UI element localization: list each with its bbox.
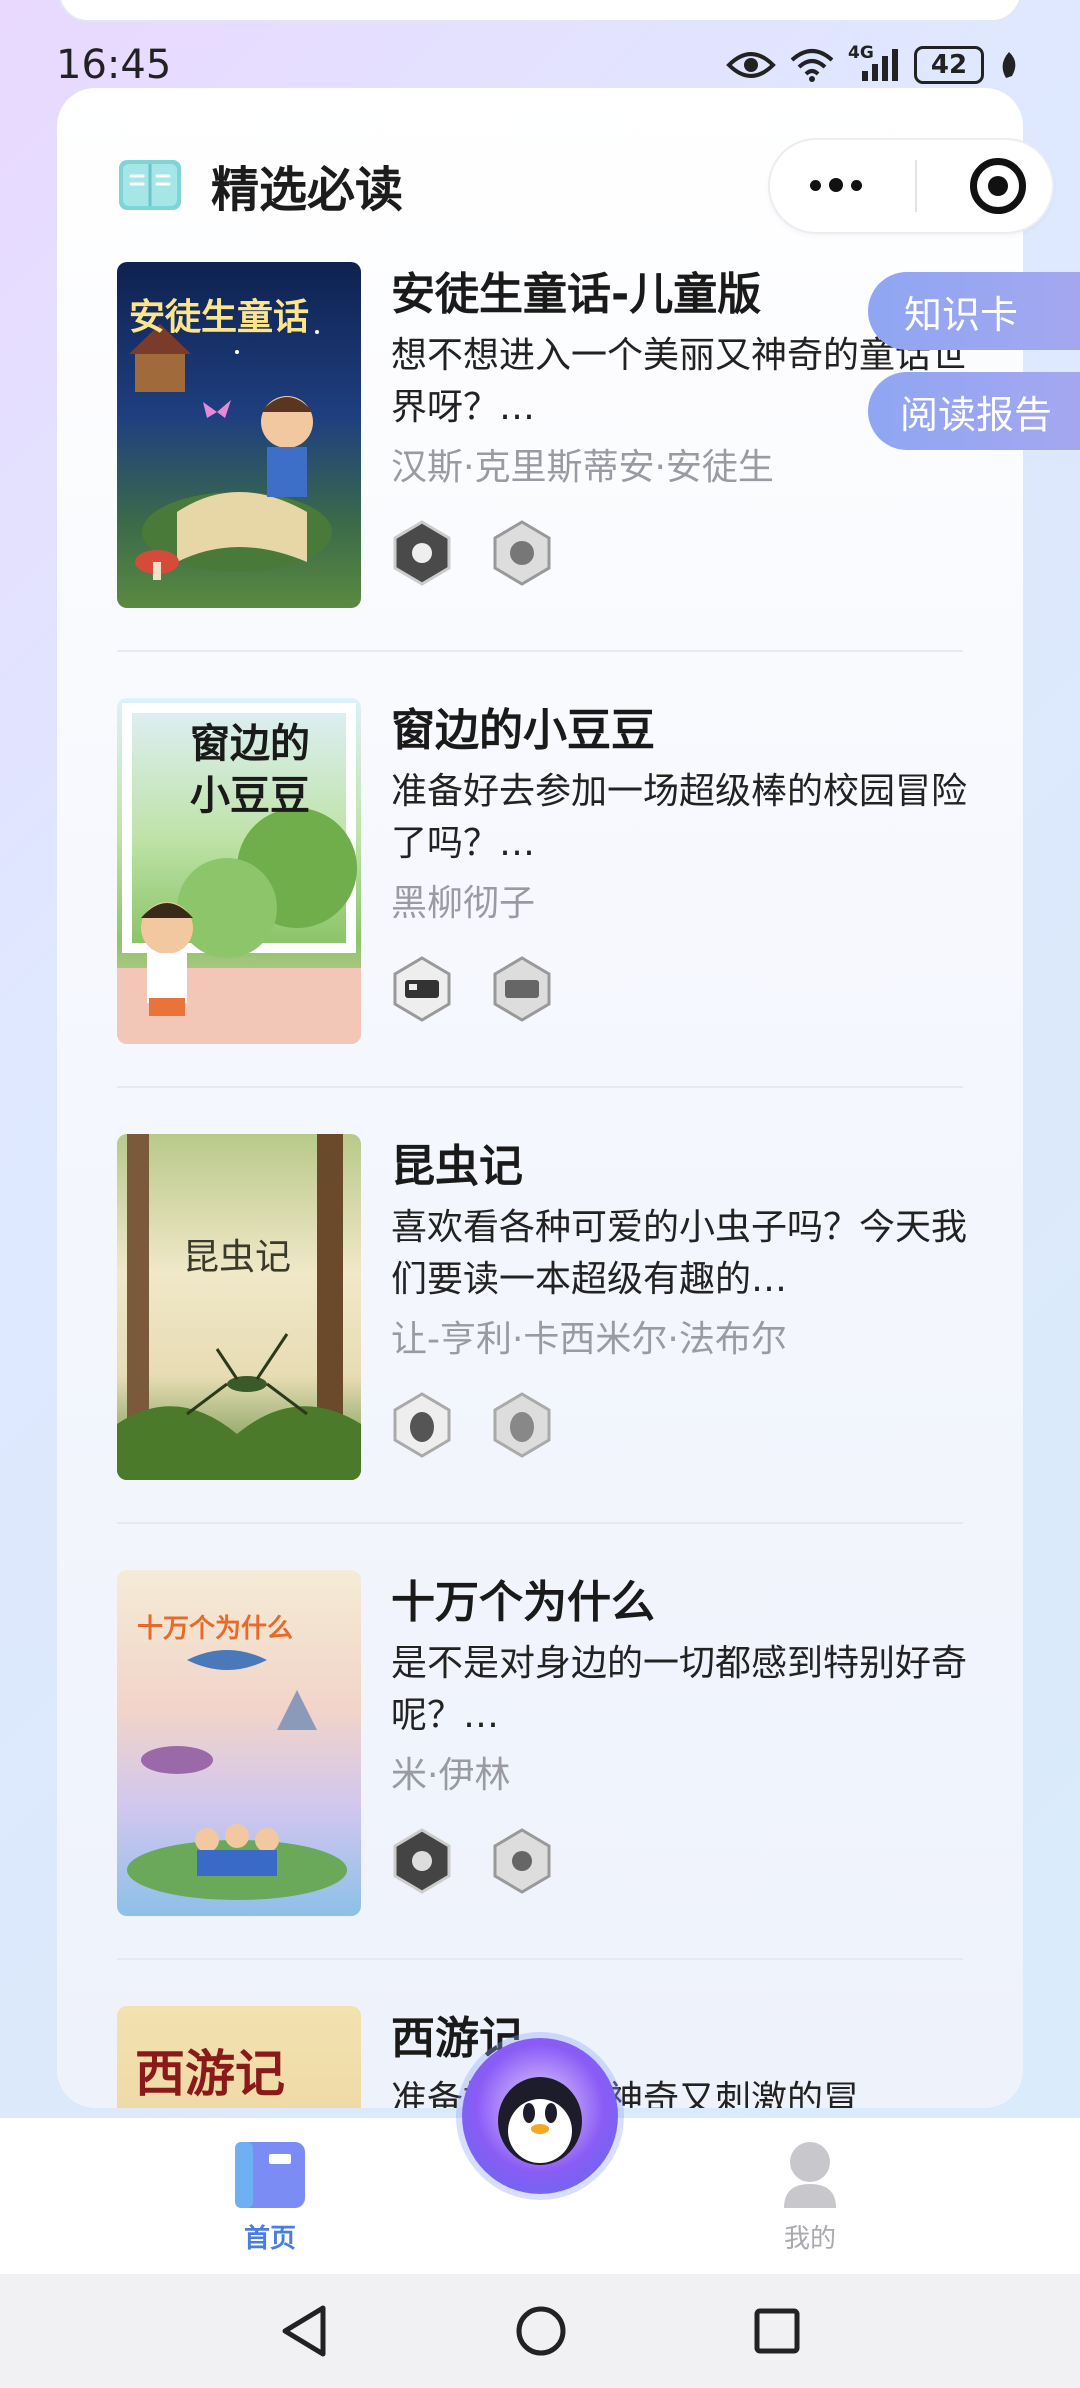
badge-row (391, 1828, 971, 1894)
cover-title: 安徒生童话 (129, 296, 310, 338)
penguin-icon (498, 2077, 582, 2165)
book-info: 昆虫记 喜欢看各种可爱的小虫子吗？今天我们要读一本超级有趣的… 让-亨利·卡西米… (391, 1136, 971, 1458)
badge-row (391, 520, 971, 586)
eye-icon (726, 52, 776, 78)
reading-report-tab[interactable]: 阅读报告 (868, 372, 1080, 450)
nav-home[interactable]: 首页 (210, 2140, 330, 2255)
badge-row (391, 956, 971, 1022)
divider (117, 1086, 963, 1088)
reading-report-label: 阅读报告 (900, 392, 1053, 437)
home-circle-icon[interactable] (515, 2305, 567, 2357)
divider (117, 650, 963, 652)
cover-title: 窗边的小豆豆 (190, 720, 310, 819)
battery-icon: 42 (914, 46, 984, 84)
book-title: 窗边的小豆豆 (391, 705, 655, 756)
status-bar: 16:45 4G 42 (0, 0, 1080, 100)
train-badge-icon[interactable] (391, 956, 453, 1022)
open-book-icon (117, 158, 183, 212)
book-cover[interactable]: 西游记 (117, 2006, 361, 2108)
badge-row (391, 1392, 971, 1458)
knowledge-card-tab[interactable]: 知识卡 (868, 272, 1080, 350)
section-title: 精选必读 (211, 162, 404, 218)
train-badge-icon[interactable] (491, 956, 553, 1022)
book-cover[interactable]: 十万个为什么 (117, 1570, 361, 1916)
nav-home-label: 首页 (243, 2224, 296, 2254)
book-item[interactable]: 昆虫记 昆虫记 喜欢看各种可爱的小虫子吗？今天我们要读一本超级有趣的… 让-亨利… (117, 1134, 967, 1484)
penguin-mascot-button[interactable] (462, 2038, 618, 2194)
battery-level: 42 (930, 50, 968, 80)
book-description: 喜欢看各种可爱的小虫子吗？今天我们要读一本超级有趣的… (391, 1207, 968, 1300)
nav-mine-label: 我的 (783, 2224, 836, 2254)
book-cover[interactable]: 安徒生童话 (117, 262, 361, 608)
recents-square-icon[interactable] (753, 2307, 801, 2355)
book-item[interactable]: 窗边的小豆豆 窗边的小豆豆 准备好去参加一场超级棒的校园冒险了吗？… 黑柳彻子 (117, 698, 967, 1048)
status-time: 16:45 (56, 42, 172, 88)
cover-title: 十万个为什么 (137, 1614, 294, 1644)
nav-mine[interactable]: 我的 (750, 2140, 870, 2255)
user-avatar-icon (784, 2142, 836, 2208)
book-cover[interactable]: 窗边的小豆豆 (117, 698, 361, 1044)
book-description: 准备好去参加一场超级棒的校园冒险了吗？… (391, 771, 968, 864)
medal-badge-icon[interactable] (491, 520, 553, 586)
book-author: 米·伊林 (391, 1755, 511, 1796)
bug-badge-icon[interactable] (491, 1392, 553, 1458)
book-info: 窗边的小豆豆 准备好去参加一场超级棒的校园冒险了吗？… 黑柳彻子 (391, 700, 971, 1022)
medal-badge-icon[interactable] (391, 520, 453, 586)
capsule-divider (915, 160, 917, 212)
book-cover[interactable]: 昆虫记 (117, 1134, 361, 1480)
divider (117, 1958, 963, 1960)
bug-badge-icon[interactable] (391, 1392, 453, 1458)
lamp-badge-icon[interactable] (391, 1828, 453, 1894)
more-dots-icon[interactable] (810, 178, 862, 192)
book-description: 是不是对身边的一切都感到特别好奇呢？… (391, 1643, 968, 1736)
book-info: 十万个为什么 是不是对身边的一切都感到特别好奇呢？… 米·伊林 (391, 1572, 971, 1894)
book-author: 黑柳彻子 (391, 883, 536, 924)
book-author: 让-亨利·卡西米尔·法布尔 (391, 1319, 787, 1360)
leaf-icon (1002, 52, 1016, 78)
home-book-icon (235, 2142, 305, 2208)
book-author: 汉斯·克里斯蒂安·安徒生 (391, 447, 774, 488)
system-nav-bar (0, 2274, 1080, 2388)
book-item[interactable]: 安徒生童话 安徒生童话-儿童版 想不想进入一个美丽又神奇的童话世界呀？… 汉斯·… (117, 262, 967, 612)
lamp-badge-icon[interactable] (491, 1828, 553, 1894)
cover-illustration (117, 1134, 361, 1480)
knowledge-card-label: 知识卡 (904, 292, 1019, 337)
divider (117, 1522, 963, 1524)
book-item[interactable]: 十万个为什么 十万个为什么 是不是对身边的一切都感到特别好奇呢？… 米·伊林 (117, 1570, 967, 1920)
book-title: 昆虫记 (391, 1141, 523, 1192)
cover-title: 昆虫记 (183, 1237, 292, 1278)
cover-title: 西游记 (135, 2044, 285, 2103)
wifi-icon (790, 49, 834, 82)
close-target-icon[interactable] (970, 158, 1026, 214)
section-header: 精选必读 (117, 150, 403, 220)
status-icons: 4G 42 (726, 43, 1020, 84)
back-icon[interactable] (279, 2304, 329, 2358)
book-title: 十万个为什么 (391, 1577, 655, 1628)
book-title: 西游记 (391, 2013, 523, 2064)
miniapp-capsule (768, 138, 1054, 234)
signal-4g-icon: 4G (848, 43, 900, 83)
